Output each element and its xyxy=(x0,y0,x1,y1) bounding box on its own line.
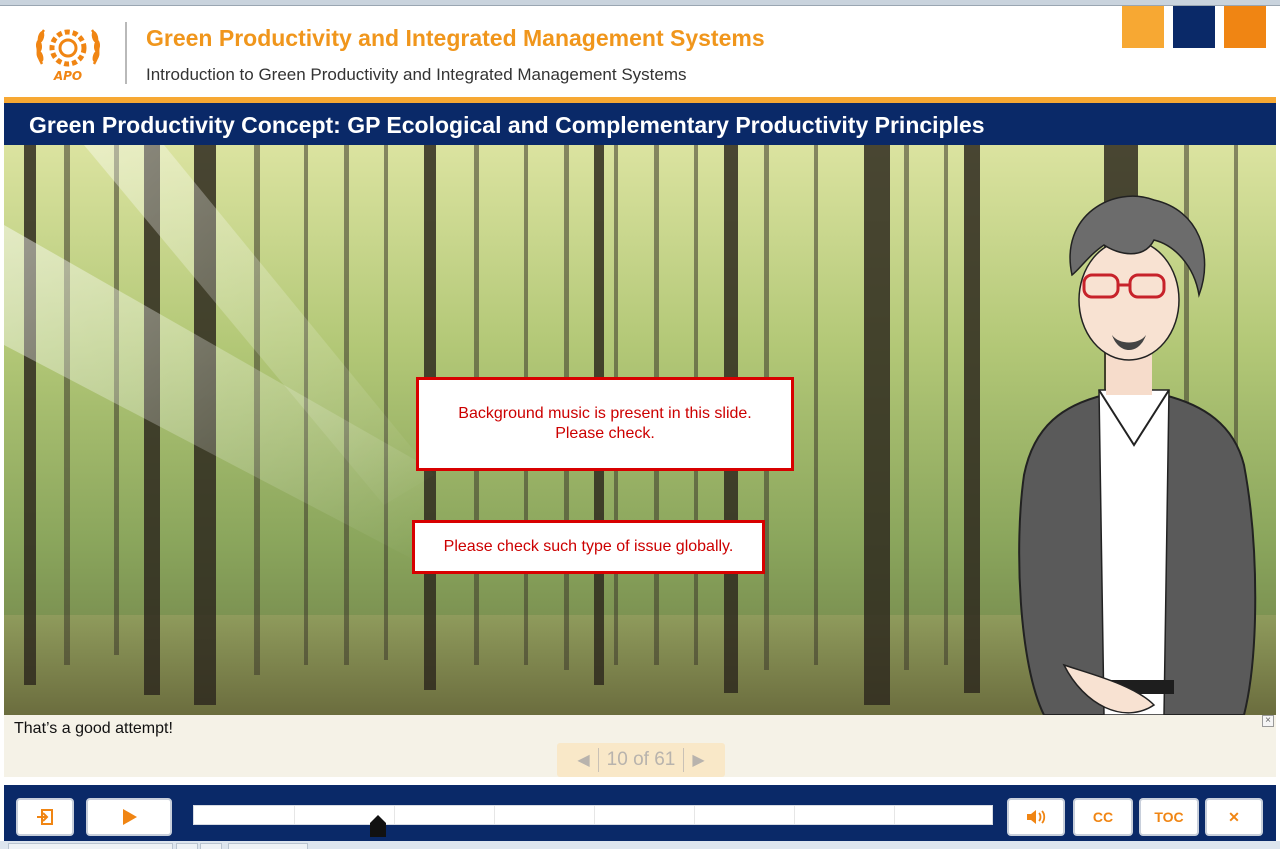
slide-title: Green Productivity Concept: GP Ecologica… xyxy=(29,112,985,138)
closed-captions-button[interactable]: CC xyxy=(1073,798,1133,836)
course-player: » APO Green Productivity and Integrated … xyxy=(0,0,1280,849)
status-segment xyxy=(8,843,173,849)
table-of-contents-button[interactable]: TOC xyxy=(1139,798,1199,836)
course-subtitle: Introduction to Green Productivity and I… xyxy=(146,65,687,84)
next-slide-arrow-icon[interactable]: ▶ xyxy=(692,750,704,770)
review-note-background-music: Background music is present in this slid… xyxy=(416,377,794,471)
brand-square-light-orange xyxy=(1122,6,1164,48)
exit-icon xyxy=(37,809,53,825)
header-divider xyxy=(125,22,127,84)
course-title: Green Productivity and Integrated Manage… xyxy=(146,25,765,51)
status-segment xyxy=(176,843,198,849)
seek-tick xyxy=(294,806,295,824)
exit-button[interactable] xyxy=(16,798,74,836)
seek-bar[interactable] xyxy=(193,805,993,825)
slide-pager: ◀ 10 of 61 ▶ xyxy=(557,743,725,777)
speaker-icon xyxy=(1027,810,1046,824)
play-icon xyxy=(123,809,137,825)
play-button[interactable] xyxy=(86,798,172,836)
audio-button[interactable] xyxy=(1007,798,1065,836)
slide-stage: Background music is present in this slid… xyxy=(4,145,1276,715)
seek-tick xyxy=(894,806,895,824)
review-note-line: Background music is present in this slid… xyxy=(458,405,752,422)
pager-divider xyxy=(597,748,599,772)
closed-caption-panel: That’s a good attempt! × ◀ 10 of 61 ▶ xyxy=(4,715,1276,777)
pager-divider xyxy=(683,748,685,772)
apo-logo: APO xyxy=(35,29,101,83)
status-segment xyxy=(228,843,308,849)
status-segment xyxy=(200,843,222,849)
seek-tick xyxy=(794,806,795,824)
previous-slide-arrow-icon[interactable]: ◀ xyxy=(577,750,589,770)
seek-tick xyxy=(394,806,395,824)
review-note-global-issue: Please check such type of issue globally… xyxy=(412,520,765,574)
seek-tick xyxy=(694,806,695,824)
brand-square-orange xyxy=(1224,6,1266,48)
seek-tick xyxy=(494,806,495,824)
player-control-bar: CC TOC ✕ xyxy=(4,785,1276,841)
slide-counter: 10 of 61 xyxy=(606,749,676,770)
review-note-line: Please check such type of issue globally… xyxy=(443,538,734,555)
seek-handle-icon[interactable] xyxy=(370,815,386,837)
slide-title-bar: Green Productivity Concept: GP Ecologica… xyxy=(4,103,1276,145)
course-header: APO Green Productivity and Integrated Ma… xyxy=(4,6,1276,98)
caption-close-button[interactable]: × xyxy=(1262,715,1274,727)
seek-tick xyxy=(594,806,595,824)
brand-square-navy xyxy=(1173,6,1215,48)
presenter-character-illustration xyxy=(1018,195,1257,715)
svg-text:APO: APO xyxy=(53,69,82,83)
review-note-line: Please check. xyxy=(555,425,655,442)
caption-text: That’s a good attempt! xyxy=(14,720,173,737)
close-player-button[interactable]: ✕ xyxy=(1205,798,1263,836)
browser-bottom-strip xyxy=(0,841,1280,849)
